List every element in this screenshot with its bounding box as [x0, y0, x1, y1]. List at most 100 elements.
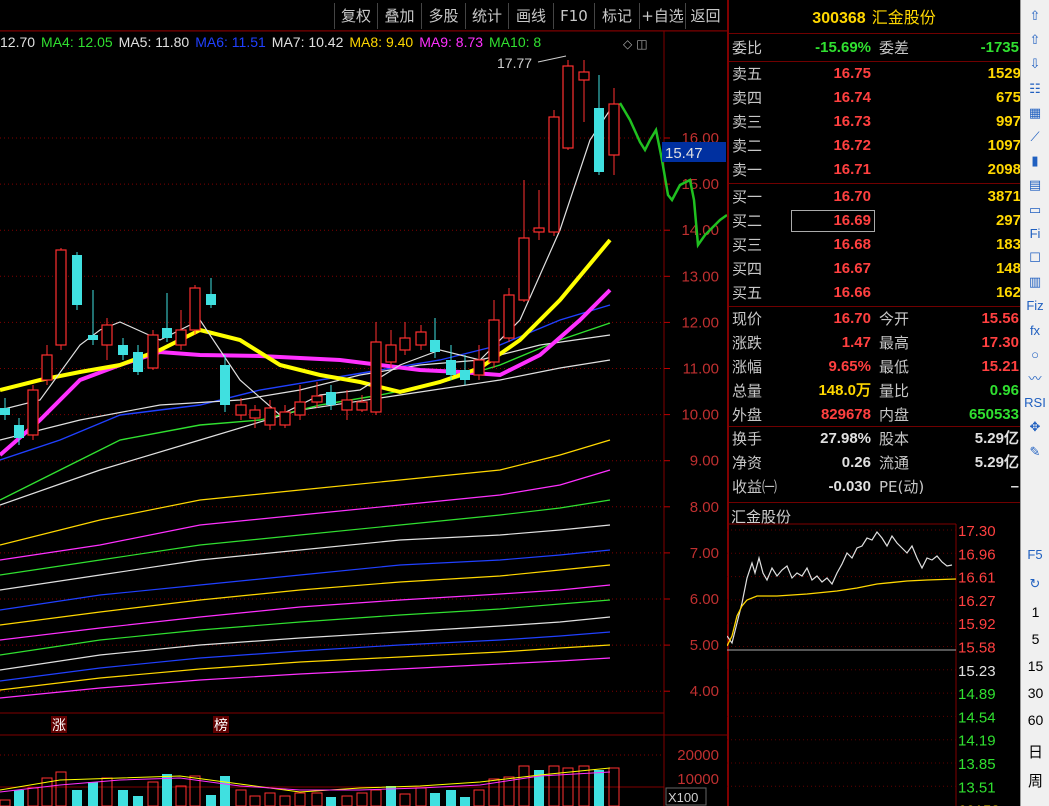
window-toggle-icon[interactable]: ◫ [636, 37, 647, 51]
legend-controls[interactable]: ◇ ◫ [623, 35, 652, 53]
mini-y-label: 15.92 [958, 616, 996, 633]
stat-label: 外盘 [732, 406, 763, 424]
ask-row: 卖五 16.75 1529 [729, 62, 1021, 86]
ma-legend-item: MA10: 8 [489, 34, 542, 50]
ask-label: 卖四 [732, 89, 763, 107]
ask-label: 卖二 [732, 137, 763, 155]
stat-label: 总量 [732, 382, 763, 400]
y-axis-label: 8.00 [690, 499, 719, 516]
stat-value: 17.30 [981, 334, 1019, 351]
ma-legend-item: MA9: 8.73 [419, 34, 484, 50]
diamond-icon[interactable]: ◇ [623, 37, 632, 51]
mini-y-label: 14.54 [958, 709, 996, 726]
quote-fund-row: 净资 0.26 流通 5.29亿 [729, 451, 1021, 475]
fx-icon[interactable]: fx [1024, 321, 1046, 341]
period-cn[interactable]: 日 [1021, 741, 1049, 762]
ma-legend-item: MA8: 9.40 [349, 34, 414, 50]
fund-value: 0.26 [841, 454, 871, 471]
f10-icon[interactable]: Fi [1024, 224, 1046, 244]
stat-value: 829678 [820, 406, 871, 423]
mini-y-label: 14.19 [958, 733, 996, 750]
quote-fund-row: 收益㈠ -0.030 PE(动) – [729, 475, 1021, 499]
period-5[interactable]: 5 [1021, 631, 1049, 647]
ask-volume: 1529 [987, 65, 1021, 82]
event-marker[interactable]: 涨 [52, 718, 66, 734]
event-marker[interactable]: 榜 [214, 717, 228, 734]
ask-row: 卖三 16.73 997 [729, 110, 1021, 134]
fund-value: -0.030 [828, 478, 871, 495]
window-icon[interactable]: ▭ [1024, 200, 1046, 220]
mini-y-label: 16.27 [958, 593, 996, 610]
quote-fund-row: 换手 27.98% 股本 5.29亿 [729, 427, 1021, 451]
ask-price: 16.75 [833, 65, 871, 82]
fund-label: PE(动) [879, 478, 925, 496]
ma-legend-item: MA6: 11.51 [195, 34, 266, 50]
ask-label: 卖三 [732, 113, 763, 131]
high-price-label: 17.77 [497, 55, 532, 71]
stat-value: 16.70 [833, 310, 871, 327]
book-icon[interactable]: ▥ [1024, 272, 1046, 292]
chevron-down-icon[interactable]: ⇩ [1024, 54, 1046, 74]
fund-label: 股本 [879, 430, 910, 448]
move-icon[interactable]: ✥ [1024, 417, 1046, 437]
right-toolbar: ⇧ ⇧ ⇩ ☷ ▦ ⟋ ▮ ▤ ▭ Fi ☐ ▥ Fiz fx ○ 〰 RSI ✥ ✎ F5 ↻ 1 5 15 30 60 日周 [1020, 0, 1049, 806]
circle-icon[interactable]: ○ [1024, 345, 1046, 365]
ask-volume: 2098 [987, 161, 1021, 178]
stock-title: 300368 汇金股份 [729, 4, 1019, 28]
candle-icon[interactable]: ▮ [1024, 151, 1046, 171]
mini-y-label: 14.89 [958, 686, 996, 703]
period-cn[interactable]: 周 [1021, 770, 1049, 791]
fiz-icon[interactable]: Fiz [1024, 296, 1046, 316]
kline-chart[interactable]: 16.0015.0014.0013.0012.0011.0010.009.008… [0, 0, 727, 806]
line-chart-icon[interactable]: ⟋ [1024, 127, 1046, 147]
quote-stat-row: 涨幅 9.65% 最低 15.21 [729, 355, 1021, 379]
stat-value: 15.56 [981, 310, 1019, 327]
period-15[interactable]: 15 [1021, 658, 1049, 674]
y-axis-label: 4.00 [690, 683, 719, 700]
list-icon[interactable]: ☷ [1024, 79, 1046, 99]
stat-value: 650533 [968, 406, 1019, 423]
y-axis-label: 9.00 [690, 453, 719, 470]
intraday-mini-chart[interactable]: 17.30 16.96 16.61 16.27 15.92 15.58 15.23 14.89… [727, 518, 1020, 806]
stat-label: 涨跌 [732, 334, 763, 352]
y-axis-label: 15.00 [681, 176, 719, 193]
bid-volume: 148 [995, 260, 1021, 277]
volume-unit-label[interactable]: X100 [668, 790, 698, 805]
refresh-icon[interactable]: ↻ [1024, 574, 1046, 594]
note-icon[interactable]: ☐ [1024, 248, 1046, 268]
mini-y-label: 13.51 [958, 779, 996, 796]
rsi-icon[interactable]: RSI [1024, 393, 1046, 413]
table-icon[interactable]: ▦ [1024, 103, 1046, 123]
ma-legend: 12.70 MA4: 12.05 MA5: 11.80 MA6: 11.51 MA7: … [0, 31, 665, 53]
bid-label: 买一 [732, 188, 763, 206]
grid-icon[interactable]: ▤ [1024, 175, 1046, 195]
ask-price: 16.73 [833, 113, 871, 130]
fund-value: – [1010, 478, 1019, 495]
bid-volume: 3871 [987, 188, 1021, 205]
bid-volume: 162 [995, 284, 1021, 301]
fund-label: 流通 [879, 454, 910, 472]
chevron-up-icon[interactable]: ⇧ [1024, 30, 1046, 50]
stat-value: 15.21 [981, 358, 1019, 375]
stock-name: 汇金股份 [871, 8, 936, 27]
stock-code: 300368 [812, 10, 866, 27]
stat-label: 今开 [879, 310, 910, 328]
fund-label: 收益㈠ [732, 478, 778, 496]
bid-label: 买五 [732, 284, 763, 302]
mini-y-label: 69158 [958, 803, 1000, 806]
bid-volume: 297 [995, 212, 1021, 229]
up-arrow-icon[interactable]: ⇧ [1024, 6, 1046, 26]
period-1[interactable]: 1 [1021, 604, 1049, 620]
ask-volume: 997 [995, 113, 1021, 130]
ma-legend-item: MA7: 10.42 [271, 34, 344, 50]
y-axis-label: 5.00 [690, 637, 719, 654]
selected-bid-box[interactable] [791, 210, 875, 232]
period-60[interactable]: 60 [1021, 712, 1049, 728]
y-axis-label: 11.00 [683, 361, 719, 378]
period-30[interactable]: 30 [1021, 685, 1049, 701]
f5-icon[interactable]: F5 [1024, 545, 1046, 565]
fund-label: 换手 [732, 430, 763, 448]
bid-price: 16.66 [833, 284, 871, 301]
wave-icon[interactable]: 〰 [1024, 369, 1046, 389]
pen-icon[interactable]: ✎ [1024, 442, 1046, 462]
